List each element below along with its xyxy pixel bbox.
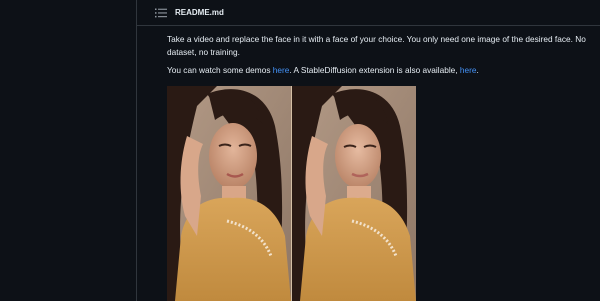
readme-container: README.md Take a video and replace the f… xyxy=(136,0,600,301)
left-gutter xyxy=(0,0,136,301)
demo-image-original-panel xyxy=(167,86,291,301)
readme-body: Take a video and replace the face in it … xyxy=(167,33,592,77)
readme-paragraph-intro: Take a video and replace the face in it … xyxy=(167,34,586,57)
readme-paragraph-demos: You can watch some demos here. A StableD… xyxy=(167,64,592,77)
readme-header: README.md xyxy=(137,0,600,26)
readme-filename[interactable]: README.md xyxy=(175,7,224,18)
demos-text-prefix: You can watch some demos xyxy=(167,65,273,75)
demos-text-suffix: . xyxy=(476,65,479,75)
demo-image-swapped-panel xyxy=(292,86,416,301)
demo-image xyxy=(167,86,416,301)
demos-text-middle: . A StableDiffusion extension is also av… xyxy=(289,65,460,75)
page: README.md Take a video and replace the f… xyxy=(0,0,600,301)
demos-link[interactable]: here xyxy=(273,65,290,75)
list-icon[interactable] xyxy=(155,8,167,18)
extension-link[interactable]: here xyxy=(460,65,477,75)
